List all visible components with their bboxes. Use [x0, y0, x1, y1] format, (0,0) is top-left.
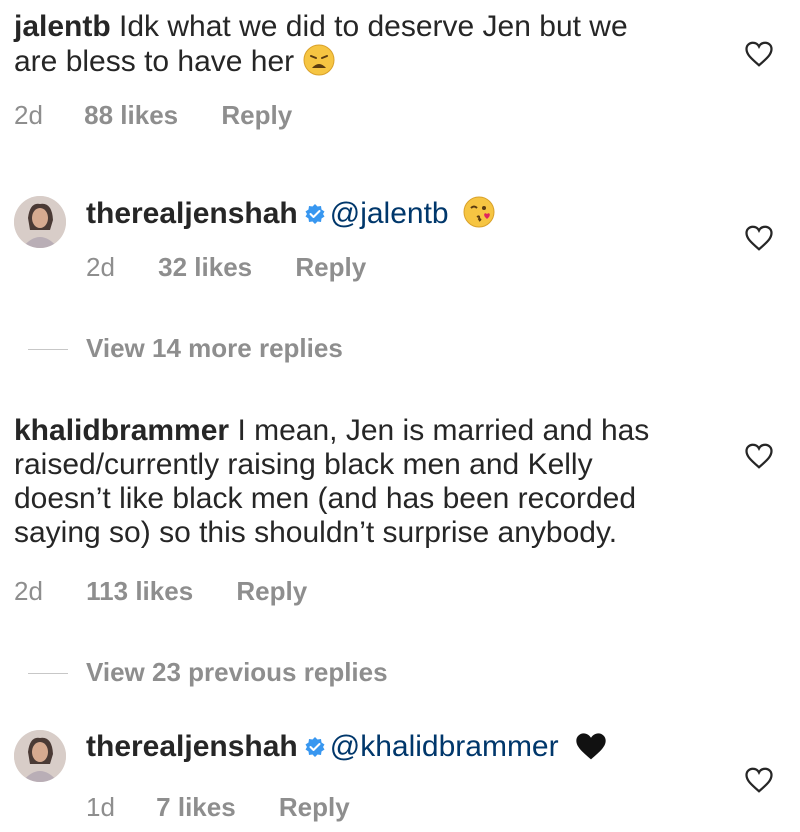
- like-heart-icon[interactable]: [744, 442, 774, 470]
- comment-time: 2d: [14, 100, 43, 130]
- comment-body-line: doesn’t like black men (and has been rec…: [14, 482, 637, 515]
- face-blowing-kiss-emoji: [463, 196, 495, 228]
- comment-likes[interactable]: 113 likes: [86, 576, 193, 607]
- verified-badge-icon: [305, 737, 325, 757]
- comment-body-line: raised/currently raising black men and K…: [14, 448, 593, 481]
- like-heart-icon[interactable]: [744, 224, 774, 252]
- mention-link[interactable]: @jalentb: [330, 197, 449, 230]
- comment-time: 2d: [14, 576, 43, 606]
- reply-time: 1d: [86, 792, 115, 822]
- reply-button[interactable]: Reply: [221, 100, 292, 131]
- comment-meta: 2d 113 likes Reply: [14, 576, 307, 607]
- reply-meta: 1d 7 likes Reply: [86, 792, 350, 823]
- reply-time: 2d: [86, 252, 115, 282]
- avatar-image: [14, 196, 66, 248]
- comment-text: jalentb Idk what we did to deserve Jen b…: [14, 10, 734, 79]
- comment-likes[interactable]: 88 likes: [84, 100, 178, 131]
- comment-text: khalidbrammer I mean, Jen is married and…: [14, 414, 734, 550]
- avatar[interactable]: [14, 730, 66, 782]
- like-heart-icon[interactable]: [744, 40, 774, 68]
- reply-button[interactable]: Reply: [279, 792, 350, 823]
- view-previous-replies-button[interactable]: View 23 previous replies: [86, 657, 388, 688]
- comment-body-line: Idk what we did to deserve Jen but we: [119, 10, 628, 43]
- weary-face-emoji: [303, 44, 335, 76]
- reply-likes[interactable]: 7 likes: [156, 792, 236, 823]
- reply-button[interactable]: Reply: [236, 576, 307, 607]
- comment-body-line: are bless to have her: [14, 45, 295, 78]
- reply-username[interactable]: therealjenshah: [86, 730, 298, 763]
- reply-text: therealjenshah @jalentb: [86, 196, 726, 231]
- like-heart-icon[interactable]: [744, 766, 774, 794]
- black-heart-emoji: [576, 733, 606, 760]
- comment-meta: 2d 88 likes Reply: [14, 100, 292, 131]
- view-replies-divider: [28, 349, 68, 350]
- reply-meta: 2d 32 likes Reply: [86, 252, 366, 283]
- avatar[interactable]: [14, 196, 66, 248]
- comment-body-line: saying so) so this shouldn’t surprise an…: [14, 516, 618, 549]
- verified-badge-icon: [305, 204, 325, 224]
- view-more-replies-button[interactable]: View 14 more replies: [86, 333, 343, 364]
- view-replies-divider: [28, 673, 68, 674]
- reply-text: therealjenshah @khalidbrammer: [86, 730, 726, 764]
- comment-username[interactable]: jalentb: [14, 10, 111, 43]
- reply-likes[interactable]: 32 likes: [158, 252, 252, 283]
- comment-body-line: I mean, Jen is married and has: [237, 414, 650, 447]
- mention-link[interactable]: @khalidbrammer: [330, 730, 559, 763]
- comment-username[interactable]: khalidbrammer: [14, 414, 229, 447]
- avatar-image: [14, 730, 66, 782]
- reply-button[interactable]: Reply: [295, 252, 366, 283]
- reply-username[interactable]: therealjenshah: [86, 197, 298, 230]
